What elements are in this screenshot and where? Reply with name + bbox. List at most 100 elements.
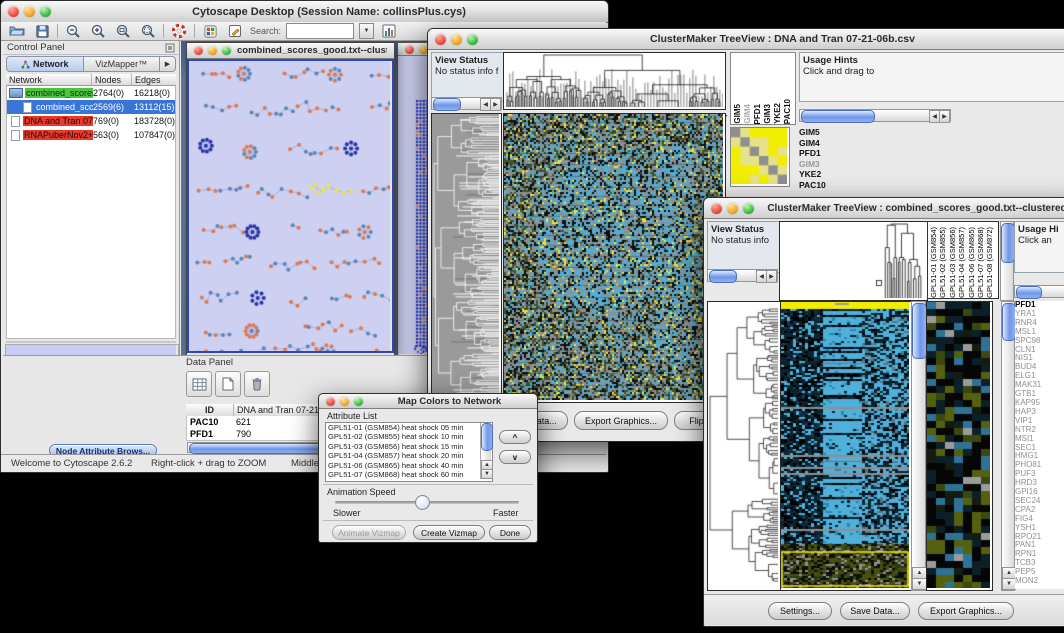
export-graphics-button[interactable]: Export Graphics... (918, 602, 1014, 620)
network-table-row[interactable]: combined_scores2764(0)16218(0) (7, 86, 175, 100)
scrollbar-thumb[interactable] (1002, 303, 1016, 341)
tab-vizmapper[interactable]: VizMapper™ (84, 56, 161, 72)
save-data-button[interactable]: Save Data... (840, 602, 910, 620)
row-dendrogram-canvas[interactable] (708, 302, 778, 588)
minimize-button[interactable] (340, 397, 349, 406)
scrollbar-thumb[interactable] (912, 303, 927, 359)
view-status-hscrollbar[interactable]: ◀ ▶ (707, 269, 778, 282)
gene-label[interactable]: PFD1 (799, 148, 859, 159)
scrollbar-thumb[interactable] (481, 423, 493, 451)
attribute-list-item[interactable]: GPL51-04 (GSM857) heat shock 20 min (326, 451, 492, 460)
annotation-icon[interactable] (225, 22, 245, 40)
treeview-dna-title-bar[interactable]: ClusterMaker TreeView : DNA and Tran 07-… (428, 29, 1064, 50)
zoom-in-icon[interactable] (88, 22, 108, 40)
column-dendrogram-canvas[interactable] (780, 222, 925, 298)
close-button[interactable] (405, 45, 414, 54)
speed-slider-thumb[interactable] (415, 495, 430, 510)
heatmap-vscrollbar[interactable]: ▲ ▼ (911, 301, 926, 591)
panel-divider[interactable] (6, 341, 176, 343)
zoom-selected-icon[interactable] (113, 22, 133, 40)
attribute-list-item[interactable]: GPL51-06 (GSM865) heat shock 40 min (326, 461, 492, 470)
search-input[interactable] (286, 23, 354, 39)
zoom-button[interactable] (467, 34, 478, 45)
zoom-matrix-canvas[interactable] (731, 128, 787, 184)
animate-vizmap-button[interactable]: Animate Vizmap (332, 525, 406, 540)
scroll-right-icon[interactable]: ▶ (490, 98, 501, 111)
zoom-fit-icon[interactable] (138, 22, 158, 40)
scrollbar-thumb[interactable] (709, 270, 737, 283)
attribute-list-item[interactable]: GPL51-02 (GSM855) heat shock 10 min (326, 432, 492, 441)
help-icon[interactable] (169, 22, 189, 40)
search-dropdown-icon[interactable]: ▼ (359, 23, 374, 39)
more-tabs-icon[interactable]: ▶ (160, 56, 176, 72)
save-session-button[interactable] (32, 22, 52, 40)
scroll-down-icon[interactable]: ▼ (481, 469, 493, 479)
close-button[interactable] (194, 46, 203, 55)
export-graphics-button[interactable]: Export Graphics... (574, 411, 668, 430)
move-up-button[interactable]: ^ (499, 430, 531, 444)
close-button[interactable] (326, 397, 335, 406)
scrollbar-thumb[interactable] (801, 110, 875, 123)
float-panel-icon[interactable] (165, 43, 175, 53)
attribute-list-item[interactable]: GPL51-07 (GSM868) heat shock 60 min (326, 470, 492, 479)
minimize-button[interactable] (727, 203, 738, 214)
gene-label[interactable]: MON2 (1015, 577, 1064, 586)
scroll-down-icon[interactable]: ▼ (1002, 578, 1016, 590)
network-table-row[interactable]: RNAPuberNov2+563(0)107847(0) (7, 128, 175, 142)
scrollbar-thumb[interactable] (433, 98, 461, 111)
labels-vscrollbar[interactable] (1000, 221, 1014, 301)
column-edges[interactable]: Edges (132, 74, 176, 86)
gene-label[interactable]: GIM5 (799, 127, 859, 138)
network-view-canvas[interactable] (189, 61, 390, 351)
move-down-button[interactable]: v (499, 450, 531, 464)
gene-label[interactable]: GIM3 (799, 159, 859, 170)
view-status-hscrollbar[interactable]: ◀ ▶ (431, 97, 502, 110)
zoom-button[interactable] (354, 397, 363, 406)
minimize-button[interactable] (24, 6, 35, 17)
gene-label[interactable]: GIM4 (799, 138, 859, 149)
select-attributes-icon[interactable] (186, 371, 212, 397)
minimize-button[interactable] (208, 46, 217, 55)
close-button[interactable] (711, 203, 722, 214)
scroll-right-icon[interactable]: ▶ (939, 110, 950, 123)
zoom-button[interactable] (40, 6, 51, 17)
zoom-button[interactable] (222, 46, 231, 55)
minimize-button[interactable] (451, 34, 462, 45)
new-attribute-icon[interactable] (215, 371, 241, 397)
scroll-right-icon[interactable]: ▶ (766, 270, 777, 283)
column-network[interactable]: Network (6, 74, 92, 86)
attribute-list-item[interactable]: GPL51-03 (GSM856) heat shock 15 min (326, 442, 492, 451)
vizmapper-icon[interactable] (200, 22, 220, 40)
column-nodes[interactable]: Nodes (92, 74, 132, 86)
zoom-heatmap-canvas[interactable] (927, 302, 990, 588)
global-hscrollbar[interactable]: ◀ ▶ (799, 109, 951, 122)
treeview-combined-title-bar[interactable]: ClusterMaker TreeView : combined_scores_… (704, 198, 1064, 219)
heatmap-canvas[interactable] (504, 114, 723, 400)
scrollbar-thumb[interactable] (1001, 223, 1015, 263)
scroll-down-icon[interactable]: ▼ (912, 578, 927, 590)
close-button[interactable] (8, 6, 19, 17)
dialog-title-bar[interactable]: Map Colors to Network (319, 394, 537, 409)
network-table-row[interactable]: DNA and Tran 07769(0)183728(0) (7, 114, 175, 128)
row-dendrogram-canvas[interactable] (432, 114, 499, 400)
open-session-button[interactable] (7, 22, 27, 40)
gene-label[interactable]: PAC10 (799, 180, 859, 191)
scrollbar-thumb[interactable] (1016, 286, 1042, 299)
attribute-list-vscrollbar[interactable]: ▲ ▼ (480, 423, 491, 479)
delete-attribute-icon[interactable] (244, 371, 270, 397)
attribute-list-item[interactable]: GPL51-01 (GSM854) heat shock 05 min (326, 423, 492, 432)
gene-label[interactable]: YKE2 (799, 169, 859, 180)
network-table-row[interactable]: combined_sco2569(6)13112(15) (7, 100, 175, 114)
column-dendrogram-canvas[interactable] (504, 53, 723, 107)
tab-network[interactable]: Network (6, 56, 84, 72)
heatmap-canvas[interactable] (781, 302, 909, 588)
settings-button[interactable]: Settings... (768, 602, 832, 620)
create-vizmap-button[interactable]: Create Vizmap (413, 525, 485, 540)
close-button[interactable] (435, 34, 446, 45)
report-icon[interactable] (379, 22, 399, 40)
gene-list-vscrollbar[interactable]: ▲ ▼ (1001, 301, 1015, 591)
usage-hscrollbar[interactable] (1014, 285, 1064, 298)
zoom-button[interactable] (743, 203, 754, 214)
main-title-bar[interactable]: Cytoscape Desktop (Session Name: collins… (1, 1, 608, 23)
network-window-title-bar[interactable]: combined_scores_good.txt--cluste... (187, 43, 394, 59)
